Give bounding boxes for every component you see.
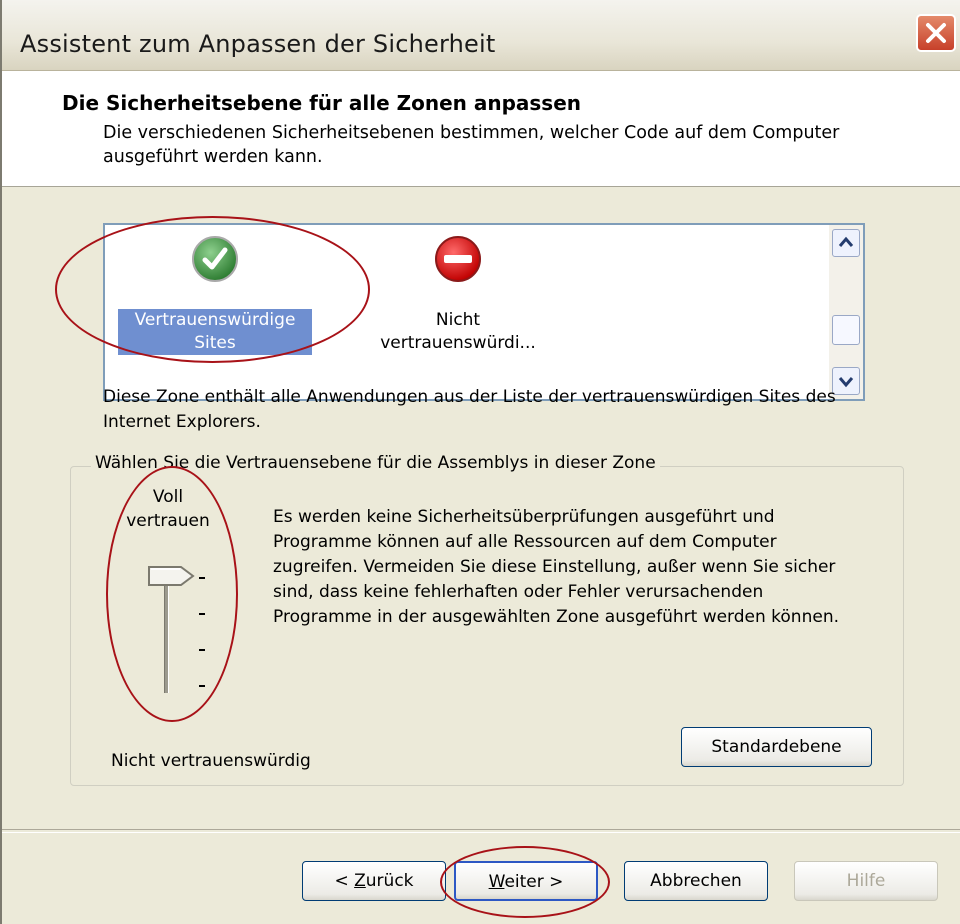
scroll-thumb[interactable] <box>832 315 860 345</box>
cancel-button[interactable]: Abbrechen <box>624 861 768 901</box>
close-icon <box>926 23 946 43</box>
separator <box>0 829 960 833</box>
annotation-ellipse-next <box>440 846 610 918</box>
window-title: Assistent zum Anpassen der Sicherheit <box>20 30 496 58</box>
back-prefix: < <box>334 871 355 891</box>
zone-label: Nicht vertrauenswürdi... <box>380 310 536 353</box>
chevron-up-icon <box>838 236 854 247</box>
scroll-up-button[interactable] <box>832 229 860 257</box>
zone-description: Diese Zone enthält alle Anwendungen aus … <box>103 387 836 432</box>
annotation-ellipse-slider <box>106 466 238 722</box>
annotation-ellipse-zone <box>55 216 370 363</box>
page-title: Die Sicherheitsebene für alle Zonen anpa… <box>62 91 582 115</box>
back-label: urück <box>365 871 414 891</box>
close-button[interactable] <box>916 14 956 52</box>
page-description: Die verschiedenen Sicherheitsebenen best… <box>103 123 840 167</box>
wizard-header: Die Sicherheitsebene für alle Zonen anpa… <box>0 71 960 187</box>
zone-item-untrusted-sites[interactable]: Nicht vertrauenswürdi... <box>353 235 563 355</box>
zone-list-scrollbar[interactable] <box>829 225 863 399</box>
help-button[interactable]: Hilfe <box>794 861 938 901</box>
default-level-button[interactable]: Standardebene <box>681 727 872 767</box>
window-border <box>0 0 2 924</box>
trust-level-description: Es werden keine Sicherheitsüberprüfungen… <box>273 507 839 627</box>
back-button[interactable]: < Zurück <box>302 861 446 901</box>
wizard-window: Assistent zum Anpassen der Sicherheit Di… <box>0 0 960 924</box>
title-bar[interactable]: Assistent zum Anpassen der Sicherheit <box>0 0 960 71</box>
slider-bottom-label: Nicht vertrauenswürdig <box>111 751 311 771</box>
back-mnemonic: Z <box>354 871 366 891</box>
no-entry-icon <box>434 235 482 283</box>
